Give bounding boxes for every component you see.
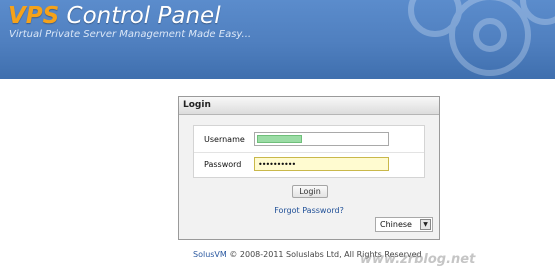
password-input[interactable]: •••••••••• [254,157,389,171]
forgot-password-link[interactable]: Forgot Password? [179,206,439,215]
login-panel: Login Username Password •••••••••• Login… [178,96,440,240]
brand-title: VPS Control Panel [8,3,221,29]
gear-icon [408,0,555,76]
tagline: Virtual Private Server Management Made E… [9,29,252,40]
username-row: Username [194,128,424,153]
login-button[interactable]: Login [292,185,328,198]
credentials-fieldset: Username Password •••••••••• [193,125,425,178]
language-selected: Chinese [380,220,412,229]
language-select[interactable]: Chinese ▼ [375,217,433,232]
solusvm-link[interactable]: SolusVM [193,250,227,259]
username-value [257,135,302,143]
password-mask: •••••••••• [258,160,296,169]
brand-control-panel: Control Panel [59,3,221,29]
login-header: Login [179,97,439,115]
chevron-down-icon[interactable]: ▼ [420,219,431,230]
header-banner: VPS Control Panel Virtual Private Server… [0,0,555,79]
brand-vps: VPS [8,3,60,29]
password-row: Password •••••••••• [194,153,424,177]
watermark: www.zrblog.net [360,252,476,267]
password-label: Password [204,160,242,169]
username-input[interactable] [254,132,389,146]
username-label: Username [204,135,245,144]
